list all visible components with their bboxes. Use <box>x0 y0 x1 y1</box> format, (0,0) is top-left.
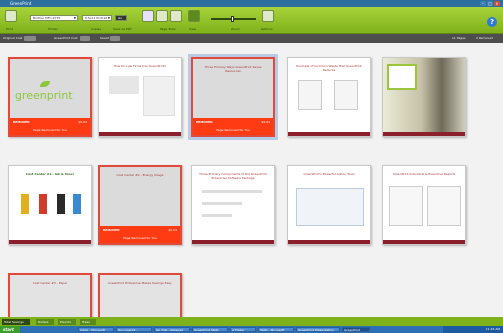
taskbar-item[interactable]: Document2 - Microsoft <box>116 327 152 332</box>
view-label: View <box>189 27 197 31</box>
tab-pounds[interactable]: Pounds <box>58 319 76 325</box>
slide-screenshot <box>296 188 364 226</box>
paper-select[interactable]: 8.5x11 Portrait ▼ <box>82 15 112 21</box>
slide-screenshot <box>427 186 461 226</box>
taskbar-item[interactable]: Stats - Microsoft <box>258 327 294 332</box>
greenprint-cost-value <box>80 36 90 41</box>
start-button[interactable]: start <box>0 326 20 333</box>
chevron-down-icon: ▼ <box>107 16 110 20</box>
slide-title: Example of Common Waste that GreenPrint … <box>296 64 362 72</box>
help-icon[interactable]: ? <box>487 17 497 27</box>
greenprint-logo: greenprint <box>15 89 73 102</box>
zoom-slider[interactable] <box>211 16 256 22</box>
printer-select[interactable]: Brother MFC-9770 ▼ <box>30 15 78 21</box>
tab-dollars[interactable]: Dollars <box>36 319 54 325</box>
ink-cartridge-icon <box>57 194 65 214</box>
removed-banner: REMOVED $0.04 Page Removed for You <box>10 118 90 135</box>
save-pdf-label: Save As PDF <box>113 27 132 31</box>
slide-image <box>334 80 358 110</box>
title-bar: GreenPrint – □ × <box>0 0 503 7</box>
slide-callout <box>387 64 417 90</box>
slide-title: Cost Center #3 - Paper <box>32 281 68 285</box>
print-label: Print <box>6 27 13 31</box>
cost-status-bar: Original Cost GreenPrint Cost Saved 11 P… <box>0 34 503 43</box>
slide-title: Three Primary Ways GreenPrint Saves Reso… <box>204 65 262 73</box>
slide-image <box>298 80 322 110</box>
saved-label: Saved <box>100 36 110 40</box>
page-thumbnail-12[interactable]: GreenPrint Enterprise Makes Savings Easy <box>98 273 182 317</box>
toolbar-ribbon: Print Brother MFC-9770 ▼ Printer 8.5x11 P… <box>0 7 503 34</box>
taskbar-item[interactable]: GreenPrint Stats <box>192 327 228 332</box>
minimize-button[interactable]: – <box>480 1 486 6</box>
pages-count: 11 Pages <box>452 36 466 40</box>
slide-title: GreenPrint's Powerful Admin Tools <box>303 172 355 176</box>
page-thumbnail-2[interactable]: How Do Law Firms Use GreenPrint? <box>98 57 182 137</box>
taskbar-item[interactable]: GreenPrint Presentation <box>296 327 340 332</box>
options-icon[interactable] <box>262 10 274 22</box>
removed-count: 2 Removed <box>476 36 493 40</box>
savings-tab-strip: Total Savings Dollars Pounds Trees <box>0 317 503 326</box>
removed-banner: REMOVED $0.04 Page Removed for You <box>193 118 273 135</box>
page-tools-icon[interactable] <box>156 10 168 22</box>
clock: 11:43 AM <box>485 327 500 331</box>
slide-title: Cost Center #2 - Energy Usage <box>116 173 164 177</box>
slide-image <box>109 76 139 94</box>
page-thumbnail-11[interactable]: Cost Center #3 - Paper <box>8 273 92 317</box>
ink-cartridge-icon <box>73 194 81 214</box>
slide-title: How Do Law Firms Use GreenPrint? <box>113 64 167 68</box>
page-thumbnail-4[interactable]: Example of Common Waste that GreenPrint … <box>287 57 371 137</box>
view-icon[interactable] <box>188 10 200 22</box>
pdf-icon[interactable] <box>142 10 154 22</box>
chevron-down-icon: ▼ <box>73 16 76 20</box>
page-thumbnail-7[interactable]: Cost Center #2 - Energy Usage REMOVED $0… <box>98 165 182 245</box>
slide-title: Three Primary Components of the GreenPri… <box>199 172 267 180</box>
system-tray: 11:43 AM <box>443 326 503 333</box>
page-thumbnail-grid: greenprint REMOVED $0.04 Page Removed fo… <box>0 43 503 317</box>
page-thumbnail-3[interactable]: Three Primary Ways GreenPrint Saves Reso… <box>191 57 275 137</box>
page-thumbnail-10[interactable]: GreenPrint Individual & Executive Report… <box>382 165 466 245</box>
tab-total-savings[interactable]: Total Savings <box>2 319 30 325</box>
options-label: Options <box>261 27 273 31</box>
zoom-slider-knob[interactable] <box>231 16 234 22</box>
page-thumbnail-9[interactable]: GreenPrint's Powerful Admin Tools <box>287 165 371 245</box>
slide-title: Cost Center #1 - Ink & Toner <box>25 172 75 176</box>
greenprint-cost-label: GreenPrint Cost <box>54 36 78 40</box>
saved-value <box>110 36 120 41</box>
removed-banner: REMOVED $0.04 Page Removed for You <box>100 226 180 243</box>
maximize-button[interactable]: □ <box>487 1 493 6</box>
slide-title: GreenPrint Enterprise Makes Savings Easy <box>108 281 172 285</box>
page-thumbnail-8[interactable]: Three Primary Components of the GreenPri… <box>191 165 275 245</box>
taskbar: Total Savings Dollars Pounds Trees start… <box>0 317 503 333</box>
window-title: GreenPrint <box>10 1 32 6</box>
page-thumbnail-1[interactable]: greenprint REMOVED $0.04 Page Removed fo… <box>8 57 92 137</box>
copies-label: Copies <box>91 27 102 31</box>
taskbar-item[interactable]: A Folder <box>230 327 256 332</box>
taskbar-item-active[interactable]: GreenPrint <box>342 327 370 332</box>
go-button[interactable]: Go <box>115 15 127 21</box>
print-button[interactable] <box>5 10 17 22</box>
page-tools-2-icon[interactable] <box>170 10 182 22</box>
original-cost-label: Original Cost <box>3 36 23 40</box>
taskbar-item[interactable]: Gp Trial - Notepad <box>154 327 190 332</box>
ink-cartridge-icon <box>21 194 29 214</box>
slide-image <box>143 76 175 116</box>
slide-title: GreenPrint Individual & Executive Report… <box>392 172 456 176</box>
original-cost-value <box>24 36 36 41</box>
page-tools-label: Page Tools <box>160 27 176 31</box>
ink-cartridge-icon <box>39 194 47 214</box>
slide-screenshot <box>389 186 423 226</box>
page-thumbnail-6[interactable]: Cost Center #1 - Ink & Toner <box>8 165 92 245</box>
printer-label: Printer <box>48 27 58 31</box>
taskbar-item[interactable]: Inbox - Microsoft <box>78 327 114 332</box>
close-button[interactable]: × <box>494 1 500 6</box>
tab-trees[interactable]: Trees <box>80 319 96 325</box>
page-thumbnail-5[interactable] <box>382 57 466 137</box>
zoom-label: Zoom <box>231 27 240 31</box>
